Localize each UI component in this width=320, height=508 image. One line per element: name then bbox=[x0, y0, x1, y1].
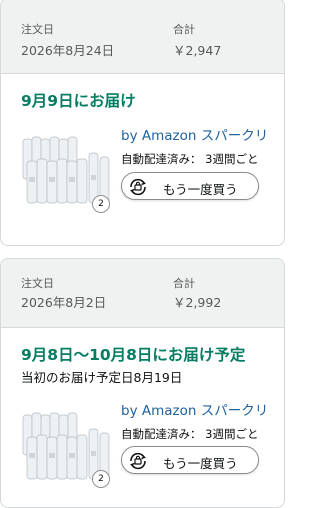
quantity-badge: 2 bbox=[92, 195, 110, 213]
order-total-label: 合計 bbox=[173, 23, 195, 36]
order-date: 2026年8月2日 bbox=[21, 295, 107, 310]
order-card: 注文日 2026年8月2日 合計 ￥2,992 9月8日～10月8日にお届け予定… bbox=[0, 258, 285, 508]
order-total: ￥2,947 bbox=[173, 43, 222, 58]
product-name-link[interactable]: by Amazon スパークリ bbox=[121, 124, 268, 144]
order-total-label: 合計 bbox=[173, 277, 195, 290]
delivery-status: 9月9日にお届け bbox=[21, 92, 136, 110]
subscription-status: 自動配達済み： 3週間ごと bbox=[121, 152, 259, 166]
order-header: 注文日 2026年8月24日 合計 ￥2,947 bbox=[1, 0, 284, 74]
buy-again-label: もう一度買う bbox=[163, 182, 238, 197]
buy-again-button[interactable]: もう一度買う bbox=[121, 446, 259, 474]
quantity-badge: 2 bbox=[92, 470, 110, 488]
buy-again-icon bbox=[130, 178, 146, 196]
buy-again-icon bbox=[130, 452, 146, 470]
subscription-status: 自動配達済み： 3週間ごと bbox=[121, 427, 259, 441]
buy-again-label: もう一度買う bbox=[163, 456, 238, 471]
original-delivery-date: 当初のお届け予定日8月19日 bbox=[21, 370, 183, 385]
order-date: 2026年8月24日 bbox=[21, 43, 115, 58]
order-date-label: 注文日 bbox=[21, 23, 54, 36]
delivery-status: 9月8日～10月8日にお届け予定 bbox=[21, 346, 246, 364]
product-name-link[interactable]: by Amazon スパークリ bbox=[121, 399, 268, 419]
order-date-label: 注文日 bbox=[21, 277, 54, 290]
order-card: 注文日 2026年8月24日 合計 ￥2,947 9月9日にお届け 2 by A… bbox=[0, 0, 285, 246]
order-total: ￥2,992 bbox=[173, 295, 222, 310]
order-header: 注文日 2026年8月2日 合計 ￥2,992 bbox=[1, 259, 284, 328]
buy-again-button[interactable]: もう一度買う bbox=[121, 172, 259, 200]
